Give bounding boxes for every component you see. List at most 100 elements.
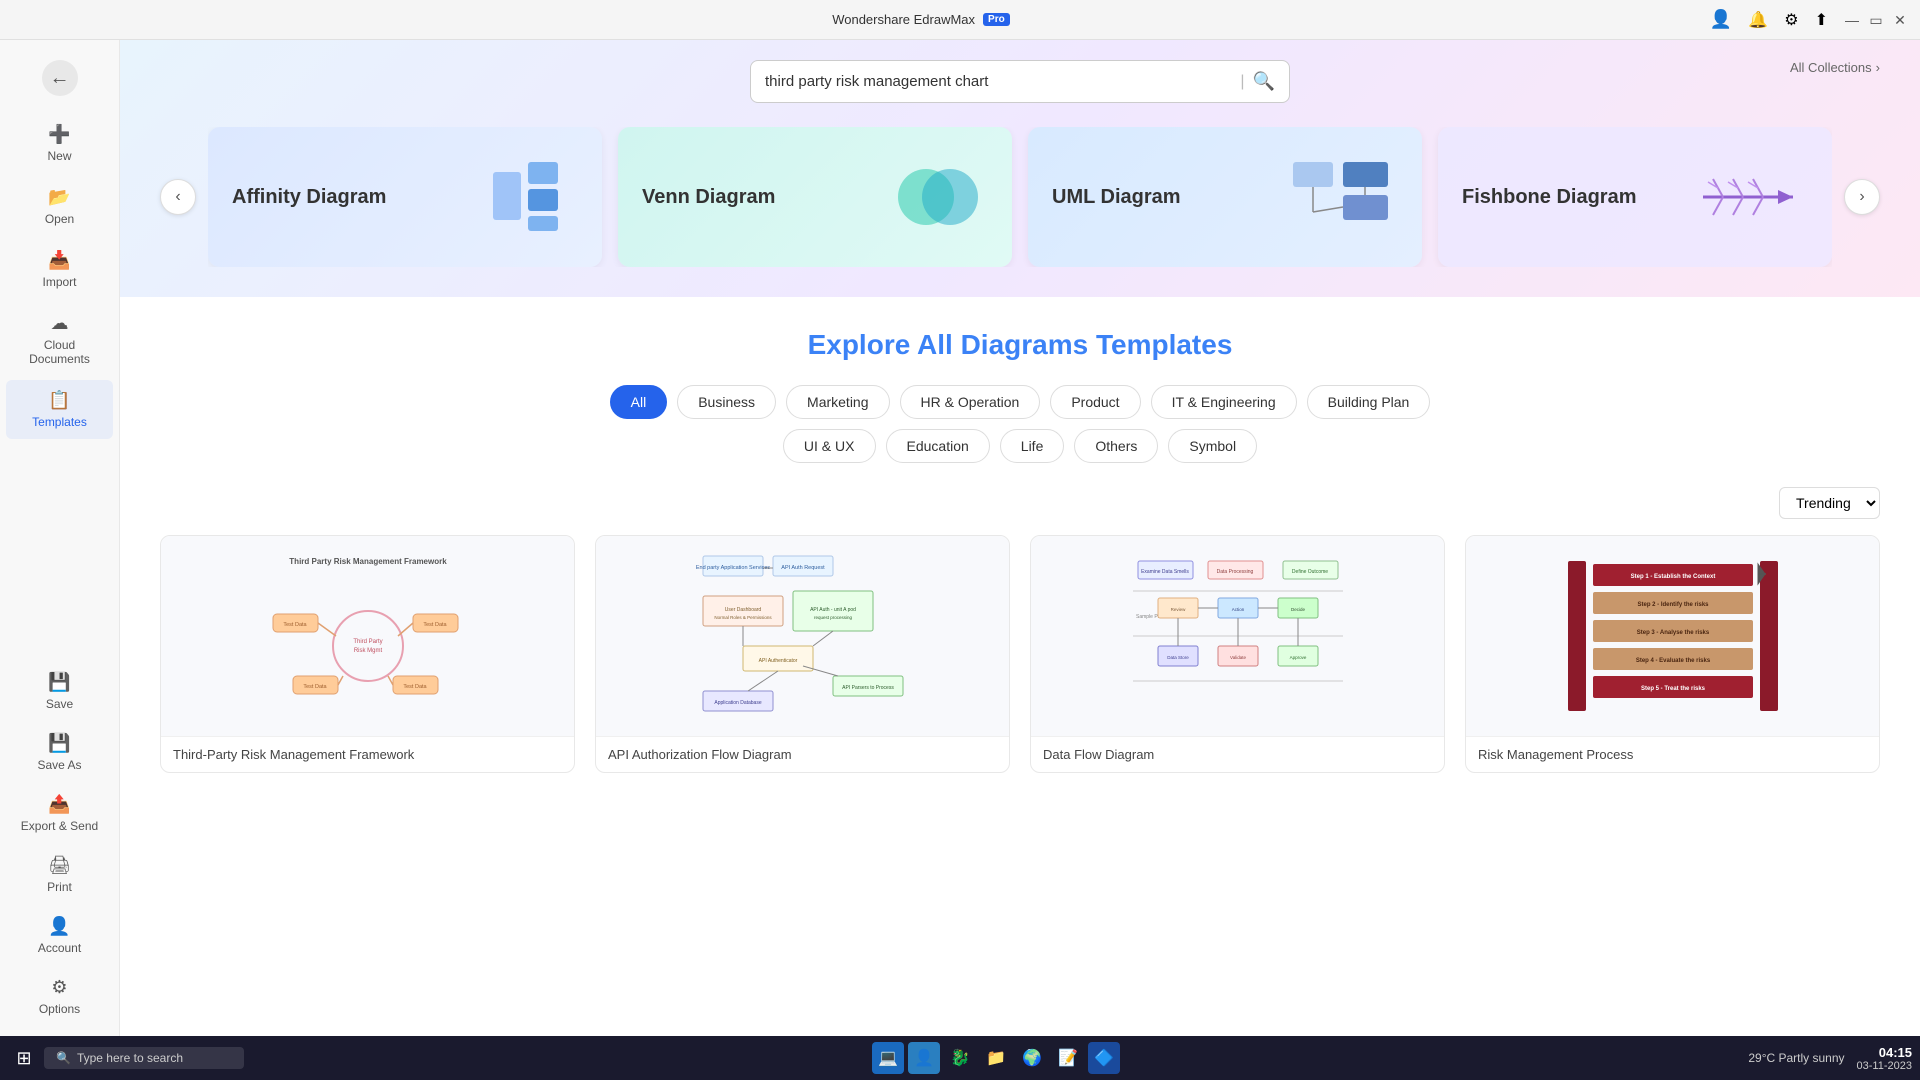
carousel-wrapper: ‹ Affinity Diagram Venn (160, 127, 1880, 267)
filter-tag-others[interactable]: Others (1074, 429, 1158, 463)
sidebar-item-export[interactable]: 📤 Export & Send (6, 784, 113, 843)
open-icon: 📂 (48, 187, 70, 208)
user-avatar-icon[interactable]: 👤 (1710, 9, 1732, 30)
svg-text:Step 4 - Evaluate the risks: Step 4 - Evaluate the risks (1635, 658, 1710, 664)
carousel-next-button[interactable]: › (1844, 179, 1880, 215)
carousel-card-fishbone[interactable]: Fishbone Diagram (1438, 127, 1832, 267)
taskbar-icon-word[interactable]: 📝 (1052, 1042, 1084, 1074)
svg-text:Review: Review (1170, 607, 1186, 612)
taskbar-date-value: 03-11-2023 (1857, 1060, 1912, 1072)
template-grid: Third Party Risk Management Framework Th… (160, 535, 1880, 773)
saveas-icon: 💾 (48, 733, 70, 754)
sidebar-bottom: 💾 Save 💾 Save As 📤 Export & Send 🖨 Print… (0, 660, 119, 1028)
svg-text:Validate: Validate (1230, 655, 1246, 660)
search-container: | 🔍 (160, 60, 1880, 103)
svg-text:Data Store: Data Store (1167, 655, 1189, 660)
title-bar: Wondershare EdrawMax Pro 👤 🔔 ⚙ ⬆ — ▭ ✕ (0, 0, 1920, 40)
taskbar-search[interactable]: 🔍 Type here to search (44, 1047, 244, 1069)
new-icon: ➕ (48, 124, 70, 145)
sidebar-item-open[interactable]: 📂 Open (6, 177, 113, 236)
title-bar-controls: 👤 🔔 ⚙ ⬆ — ▭ ✕ (1710, 9, 1908, 30)
template-card-t2[interactable]: End party Application Services API Auth … (595, 535, 1010, 773)
template-card-label-t4: Risk Management Process (1466, 736, 1879, 772)
pro-badge: Pro (983, 13, 1010, 26)
sidebar-item-import[interactable]: 📥 Import (6, 240, 113, 299)
sidebar-options-label: Options (39, 1002, 80, 1016)
filter-tag-business[interactable]: Business (677, 385, 776, 419)
svg-text:User Dashboard: User Dashboard (724, 607, 761, 613)
filter-tag-education[interactable]: Education (886, 429, 990, 463)
taskbar-icon-browser1[interactable]: 🐉 (944, 1042, 976, 1074)
close-button[interactable]: ✕ (1892, 12, 1908, 28)
svg-text:Decide: Decide (1290, 607, 1305, 612)
filter-tag-marketing[interactable]: Marketing (786, 385, 889, 419)
sidebar-cloud-label: Cloud Documents (14, 338, 105, 366)
sidebar-item-options[interactable]: ⚙ Options (6, 967, 113, 1026)
maximize-button[interactable]: ▭ (1868, 12, 1884, 28)
taskbar: ⊞ 🔍 Type here to search 💻 👤 🐉 📁 🌍 📝 🔷 29… (0, 1036, 1920, 1080)
filter-tag-building[interactable]: Building Plan (1307, 385, 1431, 419)
template-card-t1[interactable]: Third Party Risk Management Framework Th… (160, 535, 575, 773)
sidebar-item-saveas[interactable]: 💾 Save As (6, 723, 113, 782)
app-layout: ← ➕ New 📂 Open 📥 Import ☁ Cloud Document… (0, 40, 1920, 1036)
all-collections-link[interactable]: All Collections › (1790, 60, 1880, 75)
sidebar-item-save[interactable]: 💾 Save (6, 662, 113, 721)
carousel-card-venn[interactable]: Venn Diagram (618, 127, 1012, 267)
start-icon: ⊞ (16, 1048, 31, 1069)
start-button[interactable]: ⊞ (8, 1042, 40, 1074)
svg-text:Test Data: Test Data (403, 684, 427, 690)
svg-text:Application Database: Application Database (714, 700, 761, 706)
explore-title: Explore All Diagrams Templates (160, 329, 1880, 361)
filter-tag-product[interactable]: Product (1050, 385, 1140, 419)
search-button[interactable]: 🔍 (1253, 71, 1275, 92)
svg-text:Data Processing: Data Processing (1216, 569, 1253, 575)
sidebar-import-label: Import (42, 275, 76, 289)
print-icon: 🖨 (48, 855, 71, 876)
carousel-card-uml[interactable]: UML Diagram (1028, 127, 1422, 267)
template-card-t3[interactable]: Examine Data Smells Data Processing Defi… (1030, 535, 1445, 773)
carousel-card-fishbone-title: Fishbone Diagram (1462, 184, 1636, 210)
export-icon[interactable]: ⬆ (1815, 10, 1828, 30)
template-card-t4[interactable]: Communication and Consultation Monitor a… (1465, 535, 1880, 773)
svg-text:Step 1 - Establish the Context: Step 1 - Establish the Context (1630, 574, 1715, 580)
filter-tag-uiux[interactable]: UI & UX (783, 429, 876, 463)
taskbar-icon-folder[interactable]: 📁 (980, 1042, 1012, 1074)
window-controls: — ▭ ✕ (1844, 12, 1908, 28)
settings-icon[interactable]: ⚙ (1784, 10, 1798, 30)
app-name: Wondershare EdrawMax (832, 12, 975, 27)
carousel-prev-button[interactable]: ‹ (160, 179, 196, 215)
explore-title-static: Explore (808, 329, 917, 360)
sidebar-item-back[interactable]: ← (6, 50, 113, 106)
filter-tag-life[interactable]: Life (1000, 429, 1065, 463)
taskbar-icon-windows[interactable]: 💻 (872, 1042, 904, 1074)
filter-tag-hr[interactable]: HR & Operation (900, 385, 1041, 419)
notification-icon[interactable]: 🔔 (1748, 10, 1768, 30)
sidebar-item-account[interactable]: 👤 Account (6, 906, 113, 965)
svg-text:Step 5 - Treat the risks: Step 5 - Treat the risks (1640, 686, 1705, 692)
carousel-card-affinity[interactable]: Affinity Diagram (208, 127, 602, 267)
filter-tag-symbol[interactable]: Symbol (1168, 429, 1257, 463)
sidebar-item-new[interactable]: ➕ New (6, 114, 113, 173)
minimize-button[interactable]: — (1844, 12, 1860, 28)
taskbar-app-icons: 💻 👤 🐉 📁 🌍 📝 🔷 (872, 1042, 1120, 1074)
uml-diagram-icon (1288, 157, 1398, 237)
carousel-items: Affinity Diagram Venn Diagram (208, 127, 1832, 267)
sidebar-item-cloud[interactable]: ☁ Cloud Documents (6, 303, 113, 376)
sidebar: ← ➕ New 📂 Open 📥 Import ☁ Cloud Document… (0, 40, 120, 1036)
sort-select[interactable]: Trending Newest Popular (1779, 487, 1880, 519)
svg-text:API Auth - unit A pod: API Auth - unit A pod (810, 607, 856, 613)
hero-area: All Collections › | 🔍 ‹ Affinity Diagram (120, 40, 1920, 297)
sidebar-item-templates[interactable]: 📋 Templates (6, 380, 113, 439)
filter-tag-it[interactable]: IT & Engineering (1151, 385, 1297, 419)
sidebar-item-print[interactable]: 🖨 Print (6, 845, 113, 904)
taskbar-time-value: 04:15 (1857, 1045, 1912, 1060)
filter-tag-all[interactable]: All (610, 385, 668, 419)
sidebar-print-label: Print (47, 880, 72, 894)
taskbar-icon-explorer[interactable]: 👤 (908, 1042, 940, 1074)
taskbar-icon-chrome[interactable]: 🌍 (1016, 1042, 1048, 1074)
taskbar-weather: 29°C Partly sunny (1748, 1051, 1844, 1065)
taskbar-icon-edraw[interactable]: 🔷 (1088, 1042, 1120, 1074)
affinity-diagram-icon (478, 157, 578, 237)
search-input[interactable] (765, 73, 1232, 90)
svg-text:Action: Action (1231, 607, 1244, 612)
